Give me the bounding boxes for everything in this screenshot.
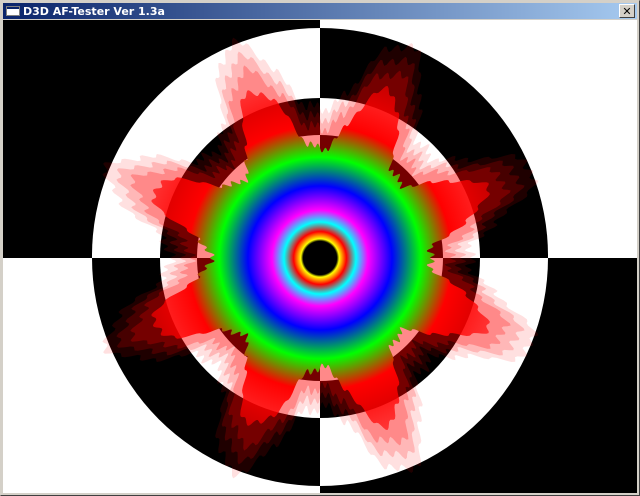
af-tunnel-render [3,20,637,493]
window-title: D3D AF-Tester Ver 1.3a [23,4,165,18]
window-icon[interactable] [6,6,20,16]
render-viewport[interactable] [3,20,637,493]
close-button[interactable]: ✕ [619,4,635,18]
tunnel-center [306,244,334,272]
close-icon: ✕ [622,4,632,18]
title-bar[interactable]: D3D AF-Tester Ver 1.3a ✕ [3,3,637,19]
application-window: D3D AF-Tester Ver 1.3a ✕ [0,0,640,496]
